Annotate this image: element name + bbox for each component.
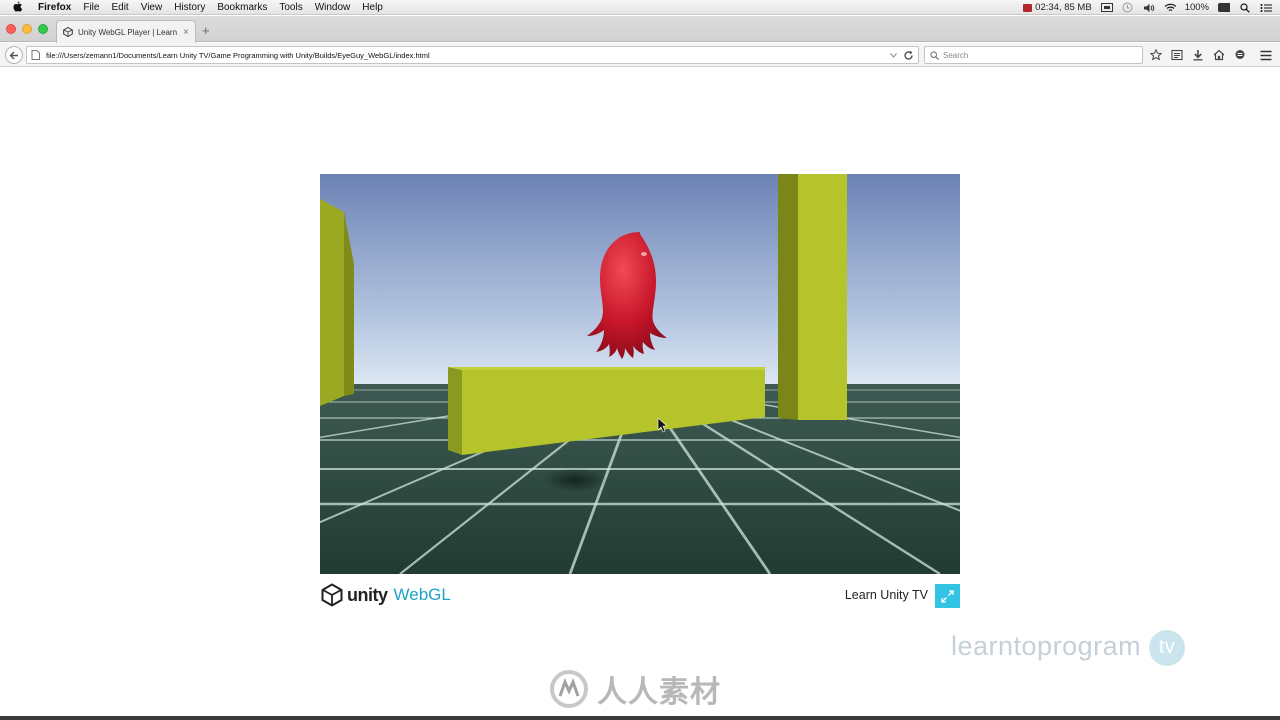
chat-icon[interactable] xyxy=(1232,48,1247,63)
wifi-icon[interactable] xyxy=(1164,3,1176,13)
download-icon[interactable] xyxy=(1190,48,1205,63)
menu-app-firefox[interactable]: Firefox xyxy=(38,2,71,13)
watermark-logo-icon xyxy=(550,670,588,708)
menu-view[interactable]: View xyxy=(141,2,163,13)
unity-wordmark: unity xyxy=(347,584,388,605)
url-bar[interactable]: file:///Users/zemann1/Documents/Learn Un… xyxy=(26,46,919,64)
window-close-button[interactable] xyxy=(6,24,16,34)
menu-window[interactable]: Window xyxy=(315,2,351,13)
unity-logo-icon xyxy=(321,583,343,607)
spotlight-search-icon[interactable] xyxy=(1239,2,1251,13)
browser-tab-bar: Unity WebGL Player | Learn ... × + xyxy=(0,16,1280,43)
battery-percentage: 100% xyxy=(1184,2,1209,13)
bookmark-star-icon[interactable] xyxy=(1148,48,1163,63)
fullscreen-button[interactable] xyxy=(935,584,960,608)
webgl-label: WebGL xyxy=(393,585,451,604)
window-minimize-button[interactable] xyxy=(22,24,32,34)
window-bottom-edge xyxy=(0,716,1280,720)
game-scene xyxy=(320,174,960,574)
recording-icon xyxy=(1023,3,1033,12)
menu-help[interactable]: Help xyxy=(362,2,383,13)
learntoprogram-watermark: learntoprogram tv xyxy=(951,630,1186,666)
creature-shadow xyxy=(543,468,607,492)
macos-menu-bar: Firefox File Edit View History Bookmarks… xyxy=(0,0,1280,15)
toolbar-icons xyxy=(1148,47,1247,63)
web-page: unity WebGL Learn Unity TV learntoprogra… xyxy=(0,68,1280,716)
url-text[interactable]: file:///Users/zemann1/Documents/Learn Un… xyxy=(46,51,890,60)
brand-text: learntoprogram xyxy=(951,631,1142,662)
tab-close-button[interactable]: × xyxy=(183,27,189,38)
time-machine-icon[interactable] xyxy=(1122,2,1134,13)
unity-favicon-icon xyxy=(63,26,73,38)
recording-status[interactable]: 02:34, 85 MB xyxy=(1023,2,1092,13)
url-bar-tools xyxy=(890,50,914,61)
home-icon[interactable] xyxy=(1211,48,1226,63)
menu-file[interactable]: File xyxy=(83,2,99,13)
menu-history[interactable]: History xyxy=(174,2,205,13)
display-icon[interactable] xyxy=(1100,3,1113,13)
hamburger-icon[interactable] xyxy=(1260,48,1272,66)
site-watermark-text: 人人素材 xyxy=(597,676,721,709)
recording-status-text: 02:34, 85 MB xyxy=(1035,2,1092,13)
apple-icon[interactable] xyxy=(12,1,26,13)
search-icon xyxy=(930,50,939,60)
window-controls xyxy=(6,24,48,34)
unity-game-canvas[interactable] xyxy=(320,174,960,574)
browser-tab-active[interactable]: Unity WebGL Player | Learn ... × xyxy=(56,20,196,43)
battery-icon[interactable] xyxy=(1218,3,1230,13)
site-watermark: 人人素材 xyxy=(549,667,721,711)
page-title: Learn Unity TV xyxy=(844,588,928,602)
brand-tv-badge: tv xyxy=(1149,630,1186,666)
menu-tools[interactable]: Tools xyxy=(279,2,302,13)
fullscreen-icon xyxy=(941,589,954,603)
page-info-icon[interactable] xyxy=(31,50,41,60)
notification-icon[interactable] xyxy=(1260,3,1272,13)
window-zoom-button[interactable] xyxy=(38,24,48,34)
search-bar[interactable]: Search xyxy=(924,46,1143,64)
menu-extras: 02:34, 85 MB 100% xyxy=(1023,0,1272,15)
volume-icon[interactable] xyxy=(1143,3,1155,13)
right-pillar xyxy=(778,174,847,420)
back-icon xyxy=(9,51,18,59)
new-tab-button[interactable]: + xyxy=(202,23,210,38)
unity-webgl-logo: unity WebGL xyxy=(320,583,451,607)
back-button[interactable] xyxy=(5,46,23,64)
browser-nav-bar: file:///Users/zemann1/Documents/Learn Un… xyxy=(0,43,1280,67)
search-placeholder: Search xyxy=(943,50,969,60)
unity-footer: unity WebGL Learn Unity TV xyxy=(320,580,960,610)
url-dropdown-icon[interactable] xyxy=(890,52,897,58)
reading-list-icon[interactable] xyxy=(1169,48,1184,63)
menu-bookmarks[interactable]: Bookmarks xyxy=(217,2,267,13)
menu-edit[interactable]: Edit xyxy=(111,2,128,13)
tab-title: Unity WebGL Player | Learn ... xyxy=(78,27,180,37)
reload-icon[interactable] xyxy=(903,50,914,61)
